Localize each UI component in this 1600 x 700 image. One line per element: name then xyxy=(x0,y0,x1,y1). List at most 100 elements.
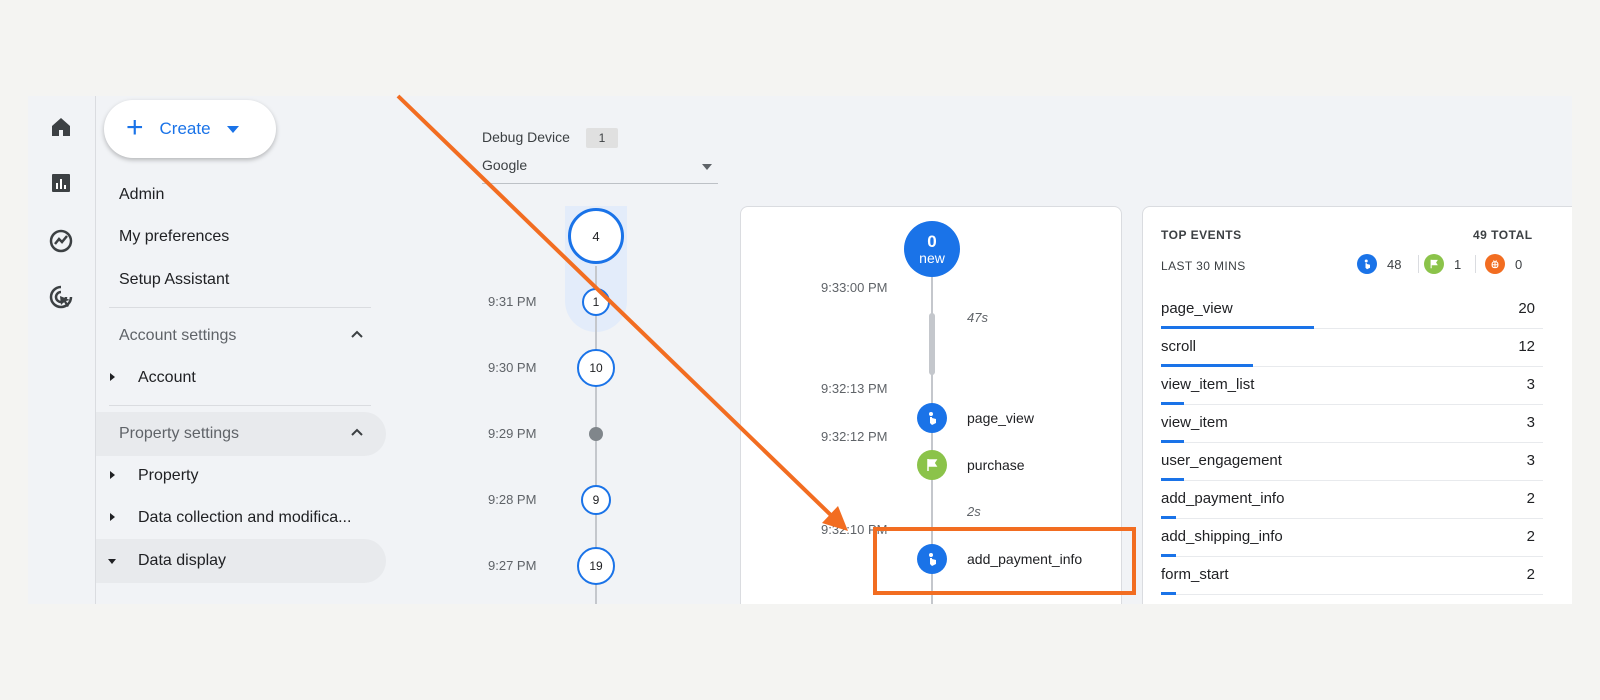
nav-data-display-label: Data display xyxy=(138,552,227,569)
seconds-scroll-indicator[interactable] xyxy=(929,313,935,375)
top-event-name: form_start xyxy=(1161,566,1229,583)
create-button[interactable]: + Create xyxy=(104,100,276,158)
plus-icon: + xyxy=(126,110,144,144)
error-count-indicator: 0 xyxy=(1485,254,1522,274)
error-icon xyxy=(1485,254,1505,274)
nav-property-label: Property xyxy=(138,467,199,484)
minute-bubble[interactable]: 19 xyxy=(577,547,615,585)
top-events-title: TOP EVENTS xyxy=(1161,228,1242,242)
home-icon[interactable] xyxy=(46,112,76,142)
nav-setup-assistant[interactable]: Setup Assistant xyxy=(119,271,229,289)
top-event-row[interactable]: user_engagement 3 xyxy=(1161,443,1543,481)
conversion-flag-icon xyxy=(1424,254,1444,274)
new-events-label: new xyxy=(919,250,945,266)
debug-device-select[interactable]: Google xyxy=(482,154,718,184)
caret-down-icon xyxy=(226,125,239,133)
event-page-view[interactable]: page_view xyxy=(967,410,1034,426)
minute-time: 9:29 PM xyxy=(488,426,537,441)
section-label: Account settings xyxy=(119,327,237,344)
top-event-name: view_item xyxy=(1161,414,1228,431)
event-icon xyxy=(917,403,947,433)
new-events-bubble[interactable]: 0 new xyxy=(904,221,960,277)
minute-bubble[interactable]: 1 xyxy=(582,288,610,316)
top-event-name: add_shipping_info xyxy=(1161,528,1283,545)
explore-icon[interactable] xyxy=(46,226,76,256)
second-timestamp: 9:33:00 PM xyxy=(821,280,888,295)
nav-admin[interactable]: Admin xyxy=(119,186,164,204)
top-event-count: 12 xyxy=(1518,338,1535,355)
minute-time: 9:28 PM xyxy=(488,492,537,507)
new-events-count: 0 xyxy=(927,232,937,251)
top-event-row[interactable]: add_payment_info 2 xyxy=(1161,481,1543,519)
minute-bubble[interactable]: 9 xyxy=(581,485,611,515)
conversion-count-indicator: 1 xyxy=(1424,254,1461,274)
top-events-total: 49 TOTAL xyxy=(1473,228,1533,242)
divider xyxy=(109,405,371,406)
top-event-count: 2 xyxy=(1526,528,1535,545)
dropdown-arrow-icon xyxy=(702,164,712,170)
top-event-bar xyxy=(1161,592,1177,595)
top-event-name: user_engagement xyxy=(1161,452,1282,469)
admin-nav: + Create Admin My preferences Setup Assi… xyxy=(96,96,416,604)
annotation-highlight-box xyxy=(873,527,1136,595)
nav-rail xyxy=(28,96,96,604)
top-event-name: page_view xyxy=(1161,300,1233,317)
advertising-icon[interactable] xyxy=(46,282,76,312)
time-gap: 47s xyxy=(967,310,988,325)
top-event-count: 2 xyxy=(1526,566,1535,583)
minute-empty-dot xyxy=(589,427,603,441)
top-event-row[interactable]: add_shipping_info 2 xyxy=(1161,519,1543,557)
minute-bubble[interactable]: 10 xyxy=(577,349,615,387)
top-event-row[interactable]: view_item_list 3 xyxy=(1161,367,1543,405)
conversion-flag-icon xyxy=(917,450,947,480)
ga4-debugview-window: + Create Admin My preferences Setup Assi… xyxy=(28,96,1572,604)
top-events-subtitle: LAST 30 MINS xyxy=(1161,259,1246,273)
top-event-count: 3 xyxy=(1526,376,1535,393)
top-event-count: 2 xyxy=(1526,490,1535,507)
error-count: 0 xyxy=(1515,256,1523,272)
top-event-row[interactable]: view_item 3 xyxy=(1161,405,1543,443)
minute-time: 9:27 PM xyxy=(488,558,537,573)
event-count: 48 xyxy=(1387,256,1402,272)
top-event-row[interactable]: page_view 20 xyxy=(1161,291,1543,329)
nav-property[interactable]: Property xyxy=(96,454,386,498)
divider xyxy=(109,307,371,308)
minute-bubble-current[interactable]: 4 xyxy=(568,208,624,264)
top-event-count: 3 xyxy=(1526,452,1535,469)
nav-account[interactable]: Account xyxy=(96,356,386,400)
top-event-row[interactable]: scroll 12 xyxy=(1161,329,1543,367)
event-count-indicator: 48 xyxy=(1357,254,1401,274)
property-settings-section[interactable]: Property settings xyxy=(96,412,386,456)
reports-icon[interactable] xyxy=(46,168,76,198)
top-event-count: 20 xyxy=(1518,300,1535,317)
event-icon xyxy=(1357,254,1377,274)
top-event-name: scroll xyxy=(1161,338,1197,355)
divider xyxy=(1475,255,1476,273)
nav-account-label: Account xyxy=(138,369,196,386)
second-timestamp: 9:32:12 PM xyxy=(821,429,888,444)
top-event-name: view_item_list xyxy=(1161,376,1255,393)
create-label: Create xyxy=(159,119,211,138)
expand-arrow-icon xyxy=(110,471,115,479)
time-gap: 2s xyxy=(967,504,981,519)
top-event-count: 3 xyxy=(1526,414,1535,431)
top-event-row[interactable]: form_start 2 xyxy=(1161,557,1543,595)
top-event-name: add_payment_info xyxy=(1161,490,1285,507)
debug-device-label: Debug Device xyxy=(482,129,570,145)
section-label: Property settings xyxy=(119,425,240,442)
nav-data-display[interactable]: Data display xyxy=(96,539,386,583)
nav-data-collection-label: Data collection and modifica... xyxy=(138,509,352,526)
top-events-card: TOP EVENTS 49 TOTAL LAST 30 MINS 48 1 0 … xyxy=(1142,206,1572,604)
collapse-arrow-icon xyxy=(108,559,116,564)
second-timestamp: 9:32:13 PM xyxy=(821,381,888,396)
minute-time: 9:30 PM xyxy=(488,360,537,375)
event-purchase[interactable]: purchase xyxy=(967,457,1025,473)
nav-my-preferences[interactable]: My preferences xyxy=(119,228,229,246)
chevron-up-icon xyxy=(351,428,363,436)
chevron-up-icon xyxy=(351,330,363,338)
expand-arrow-icon xyxy=(110,513,115,521)
nav-data-collection[interactable]: Data collection and modifica... xyxy=(96,496,386,540)
minute-time: 9:31 PM xyxy=(488,294,537,309)
expand-arrow-icon xyxy=(110,373,115,381)
account-settings-section[interactable]: Account settings xyxy=(96,314,386,358)
